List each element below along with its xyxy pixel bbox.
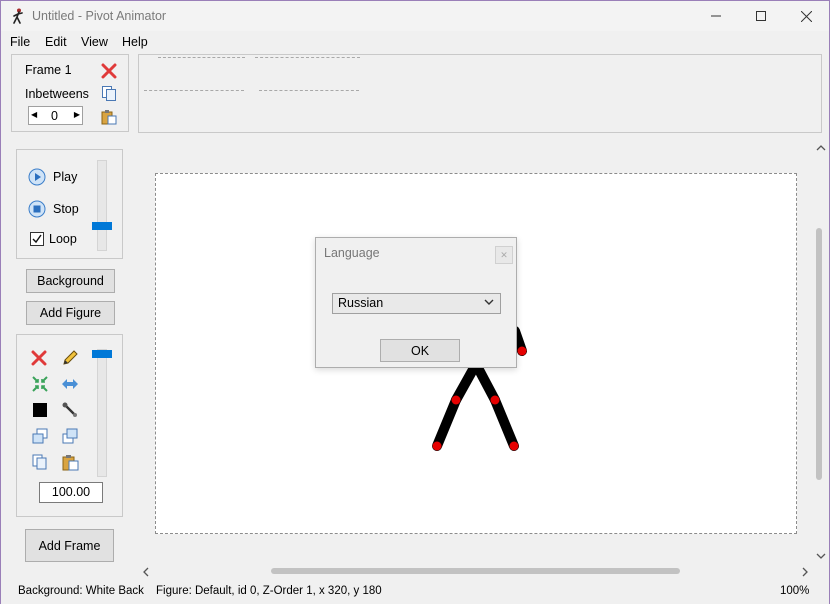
dialog-title: Language: [324, 246, 380, 260]
close-icon: ✕: [500, 249, 508, 260]
status-background: Background: White Back: [18, 585, 144, 597]
scroll-up-icon: [816, 145, 826, 151]
horizontal-scroll-thumb[interactable]: [271, 568, 680, 574]
status-figure: Figure: Default, id 0, Z-Order 1, x 320,…: [156, 585, 382, 597]
ok-button[interactable]: OK: [380, 339, 460, 362]
joint-handle: [517, 346, 527, 356]
horizontal-scrollbar[interactable]: [138, 563, 813, 579]
joint-handle: [509, 441, 519, 451]
chevron-down-icon: [484, 299, 494, 305]
scroll-down-icon: [816, 553, 826, 559]
joint-handle: [490, 395, 500, 405]
language-select-value: Russian: [338, 296, 384, 310]
joint-handle: [451, 395, 461, 405]
scroll-right-icon: [802, 567, 808, 577]
dialog-close-button[interactable]: ✕: [495, 246, 513, 264]
language-dialog: Language ✕ Russian OK: [315, 237, 517, 368]
vertical-scrollbar[interactable]: [813, 140, 829, 564]
joint-handle: [432, 441, 442, 451]
vertical-scroll-thumb[interactable]: [816, 228, 822, 480]
scroll-left-icon: [143, 567, 149, 577]
app-window: Untitled - Pivot Animator File Edit View…: [0, 0, 830, 604]
status-zoom: 100%: [780, 585, 810, 597]
status-bar: Background: White Back Figure: Default, …: [1, 581, 829, 604]
language-select[interactable]: Russian: [332, 293, 501, 314]
